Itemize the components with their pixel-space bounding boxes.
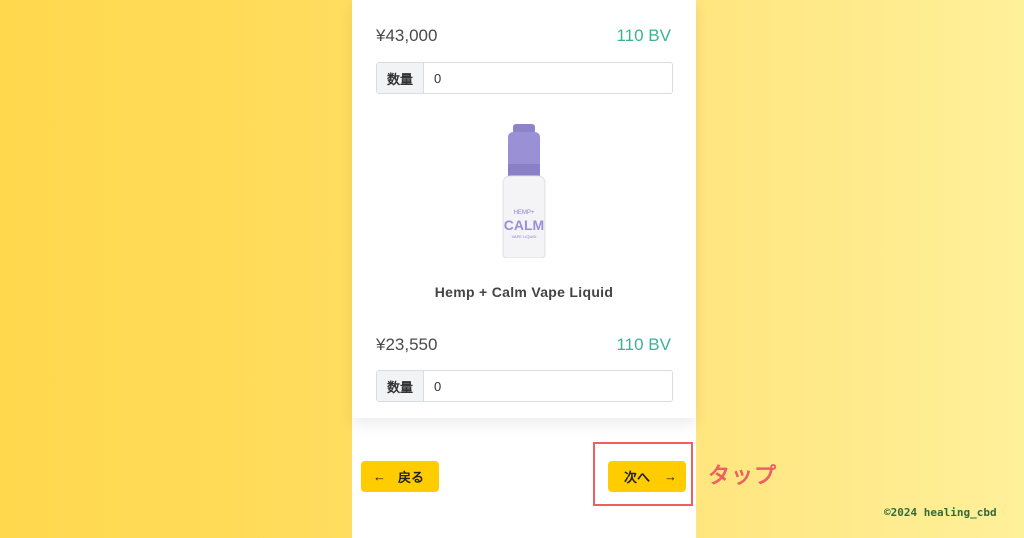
product-price: ¥23,550 xyxy=(376,335,438,354)
product-card: ¥43,000 110 BV 数量 HEMP+ CALM VAPE LIQUID… xyxy=(352,0,696,418)
price-row: ¥43,000 110 BV xyxy=(376,26,671,50)
quantity-input[interactable] xyxy=(424,63,672,93)
quantity-input[interactable] xyxy=(424,371,672,401)
tap-highlight-box xyxy=(593,442,693,506)
price-row: ¥23,550 110 BV xyxy=(376,335,671,359)
copyright-text: ©2024 healing_cbd xyxy=(884,506,997,519)
tap-annotation: タップ xyxy=(708,463,778,488)
back-button[interactable]: ← 戻る xyxy=(361,461,439,492)
product-price: ¥43,000 xyxy=(376,26,438,45)
product-bv: 110 BV xyxy=(616,335,671,354)
product-bv: 110 BV xyxy=(616,26,671,45)
arrow-left-icon: ← xyxy=(373,469,386,484)
quantity-field: 数量 xyxy=(376,62,673,94)
bottle-label-line1: HEMP+ xyxy=(514,210,535,216)
product-name: Hemp + Calm Vape Liquid xyxy=(434,284,614,300)
quantity-label: 数量 xyxy=(377,63,424,93)
bottle-label-line3: VAPE LIQUID xyxy=(512,234,537,239)
product-image-bottle: HEMP+ CALM VAPE LIQUID xyxy=(502,124,546,258)
quantity-field: 数量 xyxy=(376,370,673,402)
bottle-label-line2: CALM xyxy=(504,217,544,233)
back-button-label: 戻る xyxy=(398,470,425,485)
quantity-label: 数量 xyxy=(377,371,424,401)
